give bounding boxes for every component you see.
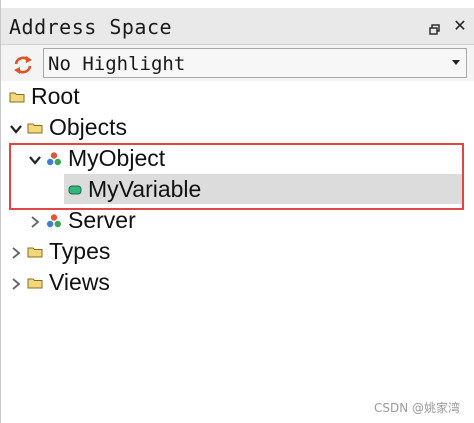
chevron-right-icon[interactable] bbox=[9, 276, 23, 290]
tree-item-views[interactable]: Views bbox=[1, 268, 474, 299]
tree-item-label: Views bbox=[49, 269, 110, 295]
tree-item-objects[interactable]: Objects bbox=[1, 113, 474, 144]
tree-item-label: Types bbox=[49, 238, 111, 264]
tree-item-server[interactable]: Server bbox=[1, 206, 474, 237]
pin-icon[interactable] bbox=[429, 21, 441, 35]
address-space-panel: Address Space ✕ No Highlight Root Object… bbox=[0, 0, 474, 423]
highlight-select[interactable]: No Highlight bbox=[43, 48, 467, 78]
panel-title: Address Space bbox=[9, 15, 173, 39]
annotation-highlight-box bbox=[9, 143, 464, 210]
tree-item-types[interactable]: Types bbox=[1, 237, 474, 268]
folder-icon bbox=[27, 275, 43, 291]
chevron-right-icon[interactable] bbox=[28, 214, 42, 228]
chevron-down-icon[interactable] bbox=[9, 121, 23, 135]
tree-item-root[interactable]: Root bbox=[1, 82, 474, 113]
address-space-tree: Root Objects MyObject MyVariable Server … bbox=[1, 82, 474, 423]
highlight-select-value: No Highlight bbox=[48, 53, 186, 75]
object-icon bbox=[46, 213, 62, 229]
close-icon[interactable]: ✕ bbox=[452, 16, 468, 36]
refresh-icon[interactable] bbox=[9, 51, 37, 79]
panel-titlebar: Address Space ✕ bbox=[1, 8, 474, 45]
tree-item-label: Server bbox=[68, 207, 136, 233]
folder-icon bbox=[27, 244, 43, 260]
chevron-right-icon[interactable] bbox=[9, 245, 23, 259]
tree-item-label: Objects bbox=[49, 114, 127, 140]
tree-item-label: Root bbox=[31, 83, 80, 109]
chevron-down-icon[interactable] bbox=[452, 60, 460, 65]
watermark: CSDN @姚家湾 bbox=[373, 401, 460, 415]
folder-icon bbox=[9, 89, 25, 105]
panel-toolbar: No Highlight bbox=[1, 45, 474, 81]
folder-icon bbox=[27, 120, 43, 136]
